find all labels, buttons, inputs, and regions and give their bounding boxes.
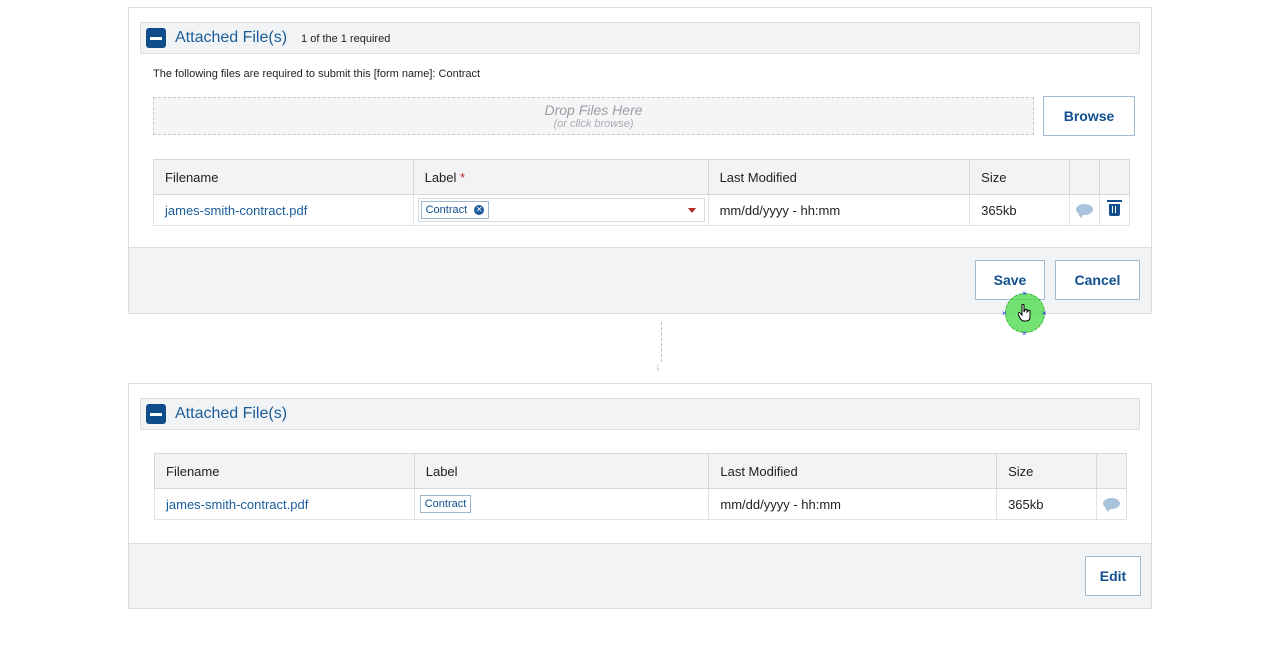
section-title: Attached File(s) — [175, 405, 288, 422]
column-header-label: Label * — [412, 159, 709, 195]
label-tag: Contract — [419, 495, 472, 513]
indicator-mark: × — [1022, 289, 1027, 298]
filename-cell: james-smith-contract.pdf — [154, 488, 415, 520]
required-count: 1 of the 1 required — [301, 33, 391, 45]
filename-cell: james-smith-contract.pdf — [153, 194, 414, 226]
column-header-filename: Filename — [154, 453, 415, 489]
dropdown-caret-icon[interactable] — [687, 208, 696, 213]
column-header-last-modified: Last Modified — [708, 453, 998, 489]
column-header-filename: Filename — [153, 159, 414, 195]
collapse-icon[interactable] — [146, 28, 166, 48]
down-arrow-icon: ↓ — [655, 359, 661, 373]
delete-cell — [1099, 194, 1130, 226]
size-cell: 365kb — [996, 488, 1097, 520]
filename-link[interactable]: james-smith-contract.pdf — [166, 497, 308, 512]
panel-footer: Save Cancel — [129, 247, 1151, 313]
comment-icon[interactable] — [1102, 497, 1120, 512]
column-header-comment — [1095, 453, 1128, 489]
column-header-size: Size — [996, 453, 1097, 489]
column-header-label-text: Label — [424, 169, 457, 185]
section-header: Attached File(s) 1 of the 1 required — [140, 22, 1140, 54]
browse-button[interactable]: Browse — [1043, 96, 1135, 136]
indicator-mark: × — [1042, 309, 1047, 318]
dropzone-label: Drop Files Here — [544, 102, 643, 118]
flow-connector — [661, 322, 662, 362]
cancel-button[interactable]: Cancel — [1055, 260, 1140, 300]
modified-cell: mm/dd/yyyy - hh:mm — [707, 194, 971, 226]
indicator-mark: × — [1002, 309, 1007, 318]
save-button[interactable]: Save — [975, 260, 1045, 300]
dropzone-hint: (or click browse) — [553, 118, 634, 130]
column-header-size: Size — [969, 159, 1071, 195]
panel-footer: Edit — [129, 543, 1151, 608]
edit-button[interactable]: Edit — [1085, 556, 1141, 596]
comment-cell — [1069, 194, 1101, 226]
label-tag: Contract ✕ — [420, 201, 490, 219]
collapse-icon[interactable] — [146, 404, 166, 424]
required-files-note: The following files are required to subm… — [153, 68, 481, 80]
label-tag-text: Contract — [424, 498, 467, 510]
trash-icon[interactable] — [1107, 200, 1122, 216]
indicator-mark: × — [1022, 329, 1027, 338]
attachments-view-panel: Attached File(s) Filename Label Last Mod… — [128, 383, 1152, 609]
label-cell: Contract ✕ — [412, 194, 709, 226]
table-row: james-smith-contract.pdf Contract ✕ mm/d… — [153, 194, 1130, 226]
column-header-label: Label — [413, 453, 710, 489]
attachments-table: Filename Label Last Modified Size james-… — [154, 453, 1128, 520]
filename-link[interactable]: james-smith-contract.pdf — [165, 203, 307, 218]
hand-cursor-icon — [1018, 304, 1031, 322]
file-dropzone[interactable]: Drop Files Here (or click browse) — [153, 97, 1034, 135]
section-header: Attached File(s) — [140, 398, 1140, 430]
label-tag-text: Contract — [425, 204, 468, 216]
size-cell: 365kb — [969, 194, 1071, 226]
section-title: Attached File(s) — [175, 29, 288, 46]
modified-cell: mm/dd/yyyy - hh:mm — [708, 488, 998, 520]
required-marker: * — [460, 169, 466, 185]
attachments-edit-panel: Attached File(s) 1 of the 1 required The… — [128, 7, 1152, 314]
remove-tag-icon[interactable]: ✕ — [474, 205, 485, 215]
comment-cell — [1095, 488, 1128, 520]
table-row: james-smith-contract.pdf Contract mm/dd/… — [154, 488, 1128, 520]
label-select[interactable]: Contract ✕ — [417, 198, 705, 222]
attachments-table: Filename Label * Last Modified Size jame… — [153, 159, 1130, 226]
column-header-delete — [1099, 159, 1130, 195]
column-header-last-modified: Last Modified — [707, 159, 971, 195]
label-cell: Contract — [413, 488, 710, 520]
column-header-comment — [1069, 159, 1101, 195]
table-header-row: Filename Label Last Modified Size — [154, 453, 1128, 489]
comment-icon[interactable] — [1076, 203, 1094, 218]
table-header-row: Filename Label * Last Modified Size — [153, 159, 1130, 195]
